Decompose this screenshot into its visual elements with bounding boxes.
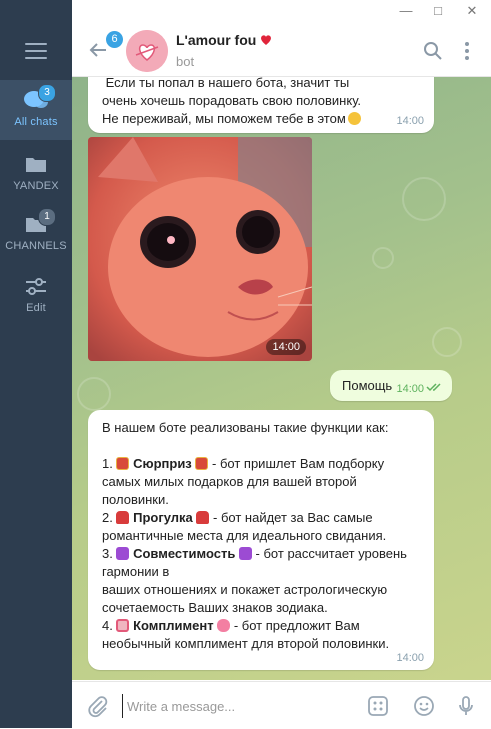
feature-name: Сюрприз bbox=[133, 456, 192, 471]
bot-commands-icon[interactable] bbox=[366, 694, 390, 718]
sidebar: 3 All chats YANDEX 1 CHANNELS Edit bbox=[0, 0, 72, 728]
photo-message[interactable]: 14:00 bbox=[88, 137, 312, 361]
chat-area[interactable]: Если ты попал в нашего бота, значит ты о… bbox=[72, 77, 491, 680]
sidebar-item-yandex[interactable]: YANDEX bbox=[0, 152, 72, 200]
sidebar-item-channels[interactable]: 1 CHANNELS bbox=[0, 208, 72, 260]
sidebar-item-edit[interactable]: Edit bbox=[0, 274, 72, 322]
chat-header: 6 L'amour fou bot bbox=[72, 22, 491, 77]
outgoing-message[interactable]: Помощь 14:00 bbox=[330, 370, 452, 401]
sidebar-item-all-chats[interactable]: 3 All chats bbox=[0, 80, 72, 140]
feature-description: ваших отношениях и покажет астрологическ… bbox=[102, 582, 391, 615]
leo-emoji-icon bbox=[238, 547, 252, 560]
ribbon-emoji-icon bbox=[217, 619, 231, 632]
message-text: Помощь bbox=[342, 378, 393, 393]
emoji-icon[interactable] bbox=[412, 694, 436, 718]
menu-icon[interactable] bbox=[25, 43, 47, 59]
message-text: В нашем боте реализованы такие функции к… bbox=[102, 419, 422, 653]
smile-emoji-icon bbox=[347, 112, 361, 125]
gift-emoji-icon bbox=[116, 457, 130, 470]
unread-badge: 6 bbox=[106, 31, 123, 48]
message-composer bbox=[72, 681, 491, 729]
heart-icon bbox=[261, 35, 272, 45]
message-text: Если ты попал в нашего бота, значит ты о… bbox=[102, 77, 372, 128]
background-doodle bbox=[432, 327, 462, 357]
message-input[interactable] bbox=[122, 694, 369, 718]
chat-title: L'amour fou bbox=[176, 32, 272, 48]
car-emoji-icon bbox=[196, 511, 210, 524]
list-number: 1. bbox=[102, 456, 117, 471]
love-letter-emoji-icon bbox=[116, 619, 130, 632]
incoming-message[interactable]: В нашем боте реализованы такие функции к… bbox=[88, 410, 434, 670]
maximize-icon[interactable]: □ bbox=[428, 2, 448, 20]
window-titlebar: — □ ✕ bbox=[72, 0, 491, 22]
message-intro: В нашем боте реализованы такие функции к… bbox=[102, 420, 389, 435]
chats-icon: 3 bbox=[22, 84, 56, 112]
search-icon[interactable] bbox=[422, 40, 444, 62]
list-number: 4. bbox=[102, 618, 117, 633]
list-number: 2. bbox=[102, 510, 117, 525]
message-time: 14:00 bbox=[396, 652, 424, 664]
sidebar-item-label: CHANNELS bbox=[5, 240, 67, 252]
sidebar-item-label: YANDEX bbox=[13, 180, 59, 192]
cat-photo-image bbox=[88, 137, 312, 361]
feature-name: Совместимость bbox=[133, 546, 236, 561]
sidebar-item-label: Edit bbox=[26, 302, 46, 314]
sliders-icon bbox=[22, 274, 50, 298]
background-doodle bbox=[372, 247, 394, 269]
chat-subtitle: bot bbox=[176, 54, 195, 69]
background-doodle bbox=[402, 177, 446, 221]
message-time: 14:00 bbox=[396, 383, 424, 395]
chat-title-text: L'amour fou bbox=[176, 32, 257, 48]
gift-emoji-icon bbox=[195, 457, 209, 470]
sagittarius-emoji-icon bbox=[116, 547, 130, 560]
feature-name: Комплимент bbox=[133, 618, 214, 633]
background-doodle bbox=[77, 377, 111, 411]
folder-icon bbox=[22, 152, 50, 176]
sidebar-item-label: All chats bbox=[14, 116, 58, 128]
close-icon[interactable]: ✕ bbox=[462, 2, 482, 20]
car-emoji-icon bbox=[116, 511, 130, 524]
paperclip-icon[interactable] bbox=[86, 694, 110, 718]
message-time: 14:00 bbox=[266, 339, 306, 355]
unread-badge: 3 bbox=[38, 84, 56, 102]
message-time: 14:00 bbox=[396, 115, 424, 127]
unread-badge: 1 bbox=[38, 208, 56, 226]
minimize-icon[interactable]: — bbox=[396, 2, 416, 20]
incoming-message[interactable]: Если ты попал в нашего бота, значит ты о… bbox=[88, 77, 434, 133]
folder-icon: 1 bbox=[22, 208, 56, 236]
more-vertical-icon[interactable] bbox=[456, 40, 478, 62]
microphone-icon[interactable] bbox=[454, 694, 478, 718]
double-check-icon bbox=[426, 380, 444, 395]
list-number: 3. bbox=[102, 546, 117, 561]
message-body: Если ты попал в нашего бота, значит ты о… bbox=[102, 77, 365, 126]
feature-name: Прогулка bbox=[133, 510, 193, 525]
avatar[interactable] bbox=[126, 30, 168, 72]
